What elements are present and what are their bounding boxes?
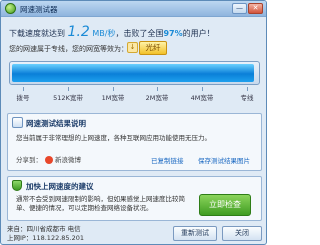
result-middle: ，击败了全国 [115, 29, 164, 38]
gauge-label: 1M宽带 [101, 94, 125, 102]
app-logo-icon [5, 3, 16, 14]
beat-percent: 97% [163, 29, 183, 38]
speed-tips-panel: 加快上网速度的建议 通常不会受到网速限制的影响，但如果感觉上网速度比较简单、便捷… [7, 176, 262, 221]
speed-tips-text: 通常不会受到网速限制的影响，但如果感觉上网速度比较简单、便捷的情况，可以定期检查… [16, 195, 185, 212]
gauge-tick [23, 87, 24, 91]
result-suffix: 的用户！ [182, 29, 215, 38]
result-explanation-panel: 网速测试结果说明 您当前属于非常理想的上网速度，各种互联网应用功能使用无压力。 … [7, 113, 262, 171]
title-bar[interactable]: 网速测试器 — ✕ [1, 1, 266, 17]
gauge-label: 专线 [240, 94, 254, 102]
gauge-label: 512K宽带 [53, 94, 83, 102]
document-icon [12, 117, 23, 128]
minimize-button[interactable]: — [232, 3, 247, 14]
gauge-label: 4M宽带 [190, 94, 214, 102]
gauge-label: 2M宽带 [145, 94, 169, 102]
location-text: 来自：四川省成都市 电信 [7, 225, 81, 233]
weibo-icon[interactable] [45, 156, 53, 164]
close-button[interactable]: 关闭 [222, 226, 262, 241]
speed-gauge [9, 61, 260, 85]
close-window-button[interactable]: ✕ [248, 3, 263, 14]
speed-unit: MB/秒 [92, 29, 116, 38]
gauge-tick [68, 87, 69, 91]
gauge-tick [247, 87, 248, 91]
gauge-tick [157, 87, 158, 91]
retest-button[interactable]: 重新测试 [173, 226, 217, 241]
shield-icon [12, 180, 22, 191]
speed-tips-title: 加快上网速度的建议 [26, 182, 94, 191]
bandwidth-badge: 光纤 [139, 41, 167, 55]
speed-result-line: 下载速度就达到 1.2 MB/秒，击败了全国97%的用户！ [9, 24, 264, 40]
result-explanation-title: 网速测试结果说明 [26, 119, 86, 128]
weibo-share-link[interactable]: 新浪微博 [55, 156, 81, 164]
arrow-down-icon: ↓ [127, 42, 138, 53]
result-explanation-text: 您当前属于非常理想的上网速度，各种互联网应用功能使用无压力。 [16, 134, 211, 142]
check-now-button[interactable]: 立即检查 [199, 194, 251, 216]
bandwidth-text: 您的网速属于专线，您的网宽等效为： [9, 45, 128, 53]
speed-value: 1.2 [67, 24, 90, 40]
result-prefix: 下载速度就达到 [9, 29, 65, 38]
ip-text: 上网IP：118.122.85.201 [7, 234, 85, 242]
gauge-tick [202, 87, 203, 91]
connection-info: 来自：四川省成都市 电信 上网IP：118.122.85.201 [7, 225, 84, 243]
gauge-tick [113, 87, 114, 91]
copy-link[interactable]: 已复制链接 [151, 155, 184, 165]
gauge-label: 拨号 [16, 94, 30, 102]
share-row: 分享到： 新浪微博 [16, 154, 81, 164]
speed-gauge-fill [12, 64, 254, 82]
window-title: 网速测试器 [20, 5, 58, 14]
share-label: 分享到： [16, 156, 42, 164]
save-image-link[interactable]: 保存测试结果图片 [198, 155, 250, 165]
speed-test-window: 网速测试器 — ✕ 下载速度就达到 1.2 MB/秒，击败了全国97%的用户！ … [0, 0, 267, 245]
